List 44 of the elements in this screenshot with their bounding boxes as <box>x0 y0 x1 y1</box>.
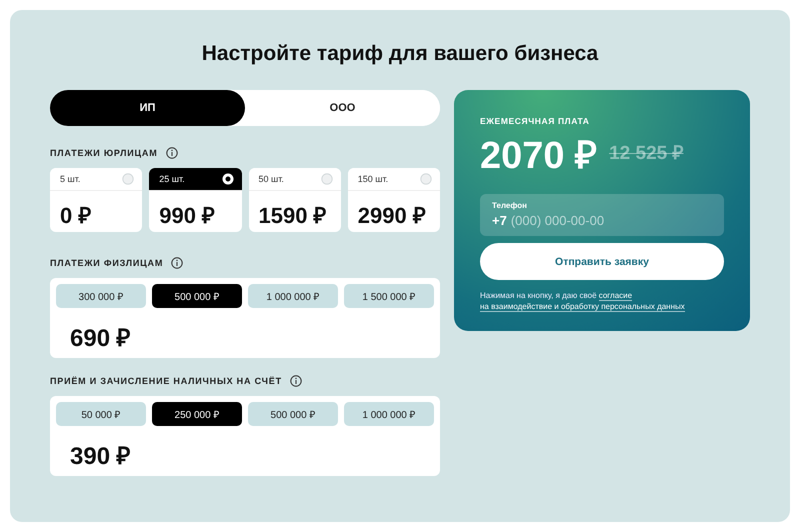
plan-option-card[interactable]: 150 шт. 2990 ₽ <box>348 168 440 232</box>
consent-link[interactable]: на взаимодействие и обработку персональных данных <box>480 302 685 312</box>
old-price: 12 525 ₽ <box>609 142 684 165</box>
page-title: Настройте тариф для вашего бизнеса <box>200 42 600 67</box>
radio-button[interactable] <box>222 173 234 185</box>
plan-option-card[interactable]: 50 шт. 1590 ₽ <box>248 168 341 232</box>
section-label: ПРИЁМ И ЗАЧИСЛЕНИЕ НАЛИЧНЫХ НА СЧЁТ <box>50 376 282 386</box>
submit-button[interactable]: Отправить заявку <box>480 243 724 280</box>
count-label: 25 шт. <box>159 174 185 184</box>
price-label: 1590 ₽ <box>258 202 328 229</box>
price-label: 990 ₽ <box>158 202 216 229</box>
radio-button[interactable] <box>420 173 432 185</box>
plan-option-card[interactable]: 25 шт. 990 ₽ <box>149 168 242 232</box>
summary-label: ЕЖЕМЕСЯЧНАЯ ПЛАТА <box>480 116 591 126</box>
field-label: Телефон <box>492 201 528 210</box>
info-icon[interactable] <box>166 147 178 159</box>
phone-prefix: +7 <box>492 213 507 228</box>
price-label: 390 ₽ <box>70 442 131 471</box>
amount-option[interactable]: 1 000 000 ₽ <box>344 402 434 426</box>
section-label: ПЛАТЕЖИ ФИЗЛИЦАМ <box>50 258 164 268</box>
amount-option[interactable]: 250 000 ₽ <box>152 402 242 426</box>
price-label: 2990 ₽ <box>356 202 427 229</box>
count-label: 150 шт. <box>358 174 388 184</box>
amount-option[interactable]: 300 000 ₽ <box>56 284 146 308</box>
info-icon[interactable] <box>171 257 184 269</box>
price-label: 0 ₽ <box>59 202 92 229</box>
radio-button[interactable] <box>320 173 333 185</box>
phone-input[interactable]: (000) 000-00-00 <box>510 213 691 228</box>
total-price: 2070 ₽ <box>480 134 598 178</box>
amount-option[interactable]: 500 000 ₽ <box>152 284 242 308</box>
amount-option[interactable]: 50 000 ₽ <box>56 402 146 426</box>
consent-text: Нажимая на кнопку, я даю своё <box>480 291 597 300</box>
amount-option[interactable]: 1 500 000 ₽ <box>344 284 434 308</box>
amount-option[interactable]: 500 000 ₽ <box>248 402 338 426</box>
amount-option[interactable]: 1 000 000 ₽ <box>248 284 338 308</box>
section-label: ПЛАТЕЖИ ЮРЛИЦАМ <box>50 148 158 158</box>
consent-link[interactable]: согласие <box>598 291 632 301</box>
count-label: 5 шт. <box>60 174 80 184</box>
radio-button[interactable] <box>122 173 134 185</box>
info-icon[interactable] <box>290 375 302 387</box>
business-type-tab[interactable]: ИП <box>50 90 245 126</box>
price-label: 690 ₽ <box>70 324 131 353</box>
plan-option-card[interactable]: 5 шт. 0 ₽ <box>50 168 142 232</box>
count-label: 50 шт. <box>258 174 284 184</box>
